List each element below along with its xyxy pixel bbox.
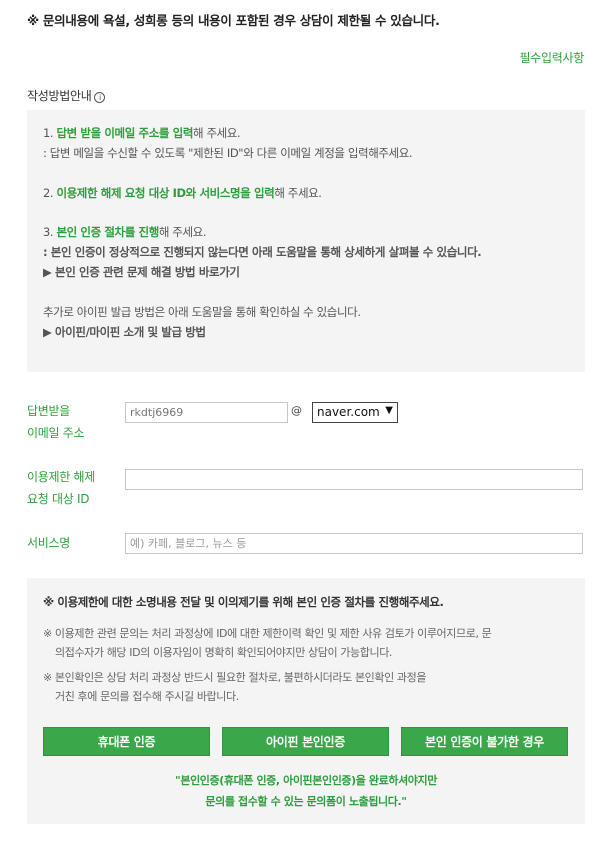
- step1-bold: 답변 받을 이메일 주소를 입력: [56, 126, 194, 140]
- step2-number: 2.: [43, 186, 57, 200]
- step3-suffix: 해 주세요.: [158, 225, 207, 239]
- email-id-input[interactable]: [125, 402, 288, 423]
- target-id-input[interactable]: [125, 469, 583, 490]
- auth-note2-line2: 거친 후에 문의를 접수해 주시길 바랍니다.: [55, 690, 239, 703]
- auth-help-link[interactable]: ▶ 본인 인증 관련 문제 해결 방법 바로가기: [43, 264, 240, 280]
- target-id-label: 이용제한 해제 요청 대상 ID: [27, 466, 95, 510]
- auth-unavailable-button[interactable]: 본인 인증이 불가한 경우: [401, 727, 568, 756]
- abuse-notice: ※ 문의내용에 욕설, 성희롱 등의 내용이 포함된 경우 상담이 제한될 수 …: [27, 13, 440, 28]
- auth-note1-line2: 의접수자가 해당 ID의 이용자임이 명확히 확인되어야지만 상담이 가능합니다…: [55, 646, 393, 659]
- guide-step1: 1. 답변 받을 이메일 주소를 입력해 주세요.: [43, 125, 241, 141]
- email-domain-select[interactable]: naver.com ▼: [312, 402, 398, 423]
- auth-note2-line1: ※ 본인확인은 상담 처리 과정상 반드시 필요한 절차로, 불편하시더라도 본…: [43, 671, 427, 684]
- auth-note1-line1: ※ 이용제한 관련 문의는 처리 과정상에 ID에 대한 제한이력 확인 및 제…: [43, 627, 492, 640]
- guide-step1-note: : 답변 메일을 수신할 수 있도록 "제한된 ID"와 다른 이메일 계정을 …: [43, 146, 413, 160]
- auth-box: ※ 이용제한에 대한 소명내용 전달 및 이의제기를 위해 본인 인증 절차를 …: [27, 578, 585, 824]
- domain-value: naver.com: [317, 405, 380, 419]
- auth-footer-line2: 문의를 접수할 수 있는 문의폼이 노출됩니다.": [205, 795, 407, 808]
- auth-header: ※ 이용제한에 대한 소명내용 전달 및 이의제기를 위해 본인 인증 절차를 …: [43, 595, 444, 609]
- email-label: 답변받을 이메일 주소: [27, 400, 85, 444]
- at-sign: @: [291, 404, 302, 417]
- service-label: 서비스명: [27, 536, 70, 550]
- ipin-auth-button[interactable]: 아이핀 본인인증: [222, 727, 389, 756]
- ipin-help-link[interactable]: ▶ 아이핀/마이핀 소개 및 발급 방법: [43, 324, 206, 340]
- step3-bold: 본인 인증 절차를 진행: [56, 225, 159, 239]
- info-icon[interactable]: i: [94, 92, 106, 103]
- step1-number: 1.: [43, 126, 57, 140]
- guide-step3-note: : 본인 인증이 정상적으로 진행되지 않는다면 아래 도움말을 통해 상세하게…: [43, 245, 482, 259]
- phone-auth-button[interactable]: 휴대폰 인증: [43, 727, 210, 756]
- target-id-label-line1: 이용제한 해제: [27, 470, 95, 484]
- step3-number: 3.: [43, 225, 57, 239]
- guide-box: 1. 답변 받을 이메일 주소를 입력해 주세요. : 답변 메일을 수신할 수…: [27, 110, 585, 372]
- guide-title: 작성방법안내 i: [27, 87, 106, 104]
- dropdown-arrow-icon: ▼: [385, 405, 393, 416]
- step2-suffix: 해 주세요.: [274, 186, 322, 200]
- service-input[interactable]: [125, 533, 583, 554]
- target-id-label-line2: 요청 대상 ID: [27, 492, 90, 506]
- step1-suffix: 해 주세요.: [193, 126, 241, 140]
- email-label-line1: 답변받을: [27, 404, 70, 418]
- guide-title-text: 작성방법안내: [27, 89, 92, 103]
- step2-bold: 이용제한 해제 요청 대상 ID와 서비스명을 입력: [56, 186, 275, 200]
- guide-step2: 2. 이용제한 해제 요청 대상 ID와 서비스명을 입력해 주세요.: [43, 185, 322, 201]
- auth-footer-line1: "본인인증(휴대폰 인증, 아이핀본인인증)을 완료하셔야지만: [175, 774, 437, 787]
- email-label-line2: 이메일 주소: [27, 426, 85, 440]
- guide-step3: 3. 본인 인증 절차를 진행해 주세요.: [43, 224, 207, 240]
- required-fields-link[interactable]: 필수입력사항: [520, 49, 585, 66]
- ipin-guide-text: 추가로 아이핀 발급 방법은 아래 도움말을 통해 확인하실 수 있습니다.: [43, 305, 361, 319]
